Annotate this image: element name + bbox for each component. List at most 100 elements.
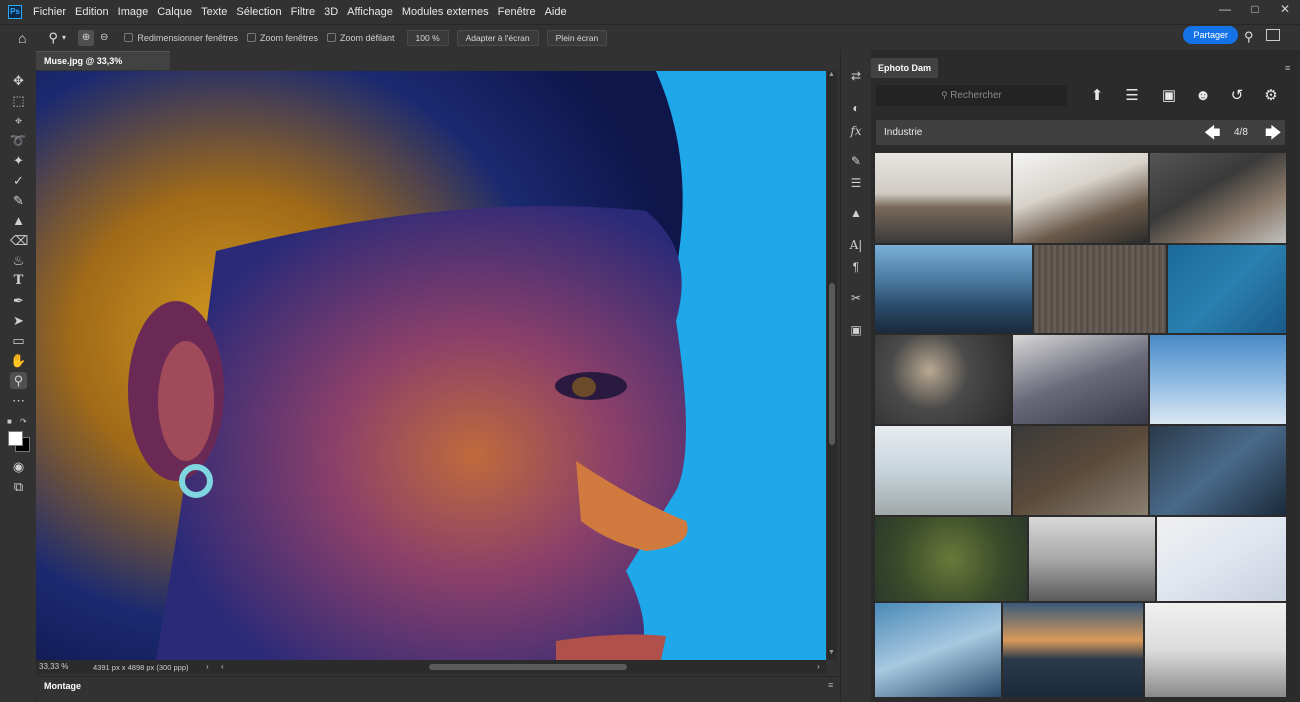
thumbnail-ticket-pocket[interactable] xyxy=(1150,426,1286,515)
vertical-scrollbar[interactable]: ▲ ▼ xyxy=(827,71,837,660)
path-selection-icon[interactable]: ➤ xyxy=(10,312,27,329)
scroll-down-icon[interactable]: ▼ xyxy=(828,649,835,656)
horizontal-scroll-thumb[interactable] xyxy=(429,664,627,670)
menu-image[interactable]: Image xyxy=(118,6,149,18)
foreground-color-swatch[interactable] xyxy=(8,431,23,446)
zoom-tool-icon[interactable]: ⚲ xyxy=(10,372,27,389)
more-tools-icon[interactable]: ⋯ xyxy=(10,392,27,409)
thumbnail-laptop-coffee[interactable] xyxy=(1150,153,1286,243)
history-panel-icon[interactable]: ⇄ xyxy=(848,68,864,84)
menu-calque[interactable]: Calque xyxy=(157,6,192,18)
history-icon[interactable]: ↺ xyxy=(1227,86,1247,106)
thumbnail-aerial-road[interactable] xyxy=(875,517,1027,601)
category-name[interactable]: Industrie xyxy=(884,127,922,138)
thumbnail-conference-room[interactable] xyxy=(1145,603,1286,697)
eraser-tool-icon[interactable]: ⌫ xyxy=(10,232,28,249)
share-button[interactable]: Partager xyxy=(1183,26,1238,44)
tools-scissors-icon[interactable]: ✂ xyxy=(848,290,864,306)
workspace-icon[interactable] xyxy=(1266,29,1280,41)
zoom-status[interactable]: 33,33 % xyxy=(39,662,68,671)
rectangle-tool-icon[interactable]: ▭ xyxy=(10,332,27,349)
ephoto-dam-tab[interactable]: Ephoto Dam xyxy=(871,58,938,78)
image-icon[interactable]: ▣ xyxy=(1159,86,1179,106)
scroll-thumb[interactable] xyxy=(829,283,835,445)
glyphs-panel-icon[interactable]: ▣ xyxy=(848,322,864,338)
chevron-down-icon[interactable]: ▾ xyxy=(62,33,66,42)
fx-icon[interactable]: fx xyxy=(848,123,864,139)
chevron-right-icon[interactable]: › xyxy=(206,662,209,671)
menu-fichier[interactable]: Fichier xyxy=(33,6,66,18)
quick-mask-icon[interactable]: ◉ xyxy=(10,458,27,475)
paragraph-panel-icon[interactable]: ¶ xyxy=(848,259,864,275)
previous-page-icon[interactable]: 🡄 xyxy=(1204,122,1221,149)
brushes-panel-icon[interactable]: ✎ xyxy=(848,153,864,169)
menu-edition[interactable]: Edition xyxy=(75,6,109,18)
thumbnail-airplane-trail[interactable] xyxy=(1168,245,1286,333)
menu-selection[interactable]: Sélection xyxy=(236,6,281,18)
marquee-tool-icon[interactable]: ⬚ xyxy=(10,92,27,109)
brush-settings-icon[interactable]: ☰ xyxy=(848,175,864,191)
zoom-in-icon[interactable]: ⊕ xyxy=(78,29,95,46)
menu-3d[interactable]: 3D xyxy=(324,6,338,18)
scroll-right-icon[interactable]: › xyxy=(817,662,820,671)
fit-screen-button[interactable]: Adapter à l'écran xyxy=(456,29,539,46)
thumbnail-meeting-table[interactable] xyxy=(875,153,1011,243)
panel-options-icon[interactable]: ≡ xyxy=(1285,63,1290,73)
clone-source-icon[interactable]: ▲ xyxy=(848,205,864,221)
default-colors-icon[interactable]: ■ xyxy=(7,417,12,426)
scrubby-zoom-checkbox[interactable]: Zoom défilant xyxy=(327,33,395,43)
menu-aide[interactable]: Aide xyxy=(545,6,567,18)
list-view-icon[interactable]: ☰ xyxy=(1122,86,1142,106)
search-icon[interactable]: ⚲ xyxy=(1244,29,1254,45)
swap-colors-icon[interactable]: ↷ xyxy=(20,417,27,426)
close-icon[interactable]: ✕ xyxy=(1270,0,1300,20)
thumbnail-toy-airplane[interactable] xyxy=(875,426,1011,515)
stamp-tool-icon[interactable]: ▲ xyxy=(10,212,27,229)
thumbnail-suitcases[interactable] xyxy=(1029,517,1155,601)
zoom-tool-preset-icon[interactable]: ⚲ xyxy=(48,30,58,46)
thumbnail-travel-items[interactable] xyxy=(875,335,1011,424)
user-icon[interactable]: ☻ xyxy=(1193,86,1213,106)
screen-mode-icon[interactable]: ⧉ xyxy=(10,478,27,495)
scroll-up-icon[interactable]: ▲ xyxy=(828,71,835,78)
thumbnail-sunset-sea[interactable] xyxy=(1003,603,1143,697)
minimize-icon[interactable]: — xyxy=(1210,0,1240,20)
full-screen-button[interactable]: Plein écran xyxy=(546,29,608,46)
menu-texte[interactable]: Texte xyxy=(201,6,227,18)
zoom-value-field[interactable]: 100 % xyxy=(406,29,449,46)
scroll-left-icon[interactable]: ‹ xyxy=(221,662,224,671)
thumbnail-wood-texture[interactable] xyxy=(1034,245,1166,333)
thumbnail-airplane-sky[interactable] xyxy=(1150,335,1286,424)
document-canvas[interactable] xyxy=(36,71,826,660)
magic-wand-icon[interactable]: ✦ xyxy=(10,152,27,169)
thumbnail-team-discussion[interactable] xyxy=(1013,335,1148,424)
upload-icon[interactable]: ⬆ xyxy=(1087,86,1107,106)
thumbnail-sketching[interactable] xyxy=(1013,426,1148,515)
character-panel-icon[interactable]: A| xyxy=(848,237,864,253)
menu-modules-externes[interactable]: Modules externes xyxy=(402,6,489,18)
paint-bucket-icon[interactable]: ♨ xyxy=(10,252,27,269)
thumbnail-charts-report[interactable] xyxy=(1157,517,1286,601)
menu-affichage[interactable]: Affichage xyxy=(347,6,393,18)
home-icon[interactable]: ⌂ xyxy=(18,30,26,46)
crop-tool-icon[interactable]: ⌖ xyxy=(10,112,27,129)
document-tab[interactable]: Muse.jpg @ 33,3% (RVB/8)× xyxy=(36,51,170,84)
montage-tab[interactable]: Montage xyxy=(44,681,81,691)
brush-tool-icon[interactable]: ✎ xyxy=(10,192,27,209)
eyedropper-icon[interactable]: ✓ xyxy=(10,172,27,189)
adjustments-icon[interactable]: ◐ xyxy=(848,100,864,116)
search-input[interactable]: ⚲ Rechercher xyxy=(876,85,1067,106)
menu-filtre[interactable]: Filtre xyxy=(291,6,315,18)
move-tool-icon[interactable]: ✥ xyxy=(10,72,27,89)
panel-menu-icon[interactable]: ≡ xyxy=(828,680,833,690)
menu-fenetre[interactable]: Fenêtre xyxy=(498,6,536,18)
thumbnail-glass-buildings[interactable] xyxy=(875,603,1001,697)
zoom-out-icon[interactable]: ⊖ xyxy=(100,32,108,43)
type-tool-icon[interactable]: T xyxy=(10,272,27,289)
settings-gear-icon[interactable]: ⚙ xyxy=(1261,86,1281,106)
hand-tool-icon[interactable]: ✋ xyxy=(10,352,27,369)
next-page-icon[interactable]: 🡆 xyxy=(1265,122,1282,149)
maximize-icon[interactable]: □ xyxy=(1240,0,1270,20)
zoom-all-checkbox[interactable]: Zoom fenêtres xyxy=(246,33,318,43)
resize-windows-checkbox[interactable]: Redimensionner fenêtres xyxy=(124,33,238,43)
